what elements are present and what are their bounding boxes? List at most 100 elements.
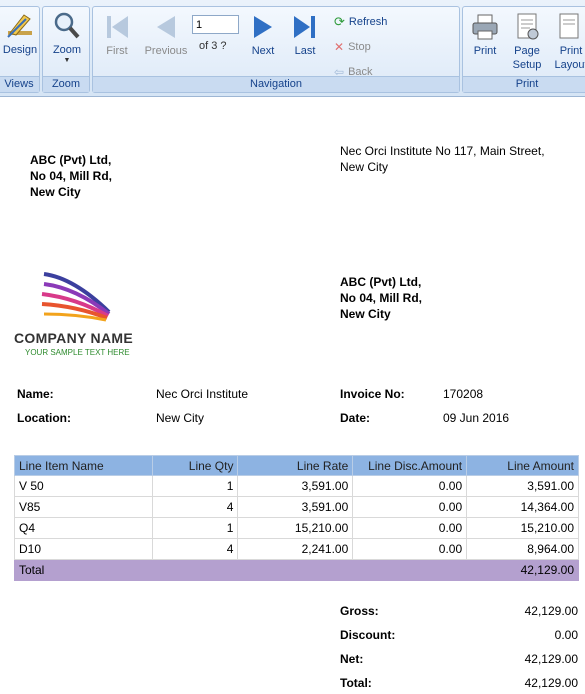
line-items-table: Line Item Name Line Qty Line Rate Line D… [13, 455, 579, 581]
table-total-row: Total 42,129.00 [13, 559, 579, 581]
last-label: Last [294, 45, 316, 57]
page-number-input[interactable] [192, 15, 239, 34]
printer-icon [472, 14, 498, 40]
cell-rate: 3,591.00 [237, 475, 354, 497]
zoom-label: Zoom [52, 44, 82, 56]
back-arrow-icon: ⇦ [334, 65, 345, 79]
discount-label: Discount: [340, 628, 396, 642]
logo-tagline: YOUR SAMPLE TEXT HERE [25, 348, 130, 357]
cell-disc: 0.00 [352, 538, 468, 560]
cell-qty: 4 [151, 538, 239, 560]
chevron-down-icon: ▼ [63, 57, 71, 64]
total-label: Total: [340, 676, 372, 690]
company-address: ABC (Pvt) Ltd, No 04, Mill Rd, New City [340, 274, 422, 322]
design-label: Design [2, 44, 38, 56]
previous-page-icon [157, 16, 175, 38]
company-line2: No 04, Mill Rd, [340, 291, 423, 305]
views-group-label: Views [0, 76, 39, 92]
cell-qty: 1 [151, 517, 239, 539]
print-label: Print [473, 45, 497, 57]
header-line-disc-amount: Line Disc.Amount [352, 455, 468, 476]
total-value: 42,129.00 [524, 676, 578, 690]
first-page-button[interactable]: First [100, 12, 134, 58]
cell-amount: 8,964.00 [466, 538, 579, 560]
zoom-group: Zoom ▼ Zoom [42, 6, 90, 93]
cell-amount: 15,210.00 [466, 517, 579, 539]
invoice-no-label: Invoice No: [340, 387, 405, 401]
next-label: Next [251, 45, 275, 57]
table-row: Q4 1 15,210.00 0.00 15,210.00 [14, 517, 579, 539]
next-page-icon [254, 16, 272, 38]
cell-qty: 1 [151, 475, 239, 497]
refresh-button[interactable]: ⟳ Refresh [334, 14, 387, 30]
sender-line1: ABC (Pvt) Ltd, [30, 153, 112, 167]
logo-company-name: COMPANY NAME [14, 330, 133, 346]
total-row-label: Total [13, 559, 468, 581]
recipient-header-address: Nec Orci Institute No 117, Main Street, … [340, 143, 545, 175]
first-page-icon [107, 16, 128, 38]
sender-line2: No 04, Mill Rd, [30, 169, 113, 183]
header-line-item-name: Line Item Name [14, 455, 153, 476]
date-value: 09 Jun 2016 [443, 411, 510, 425]
sender-line3: New City [30, 185, 81, 199]
cell-item-name: Q4 [14, 517, 153, 539]
zoom-group-label: Zoom [43, 76, 89, 92]
recipient-line2: New City [340, 160, 389, 174]
header-line-rate: Line Rate [237, 455, 354, 476]
table-header-row: Line Item Name Line Qty Line Rate Line D… [14, 455, 579, 476]
page-setup-icon [517, 13, 539, 40]
print-layout-icon [559, 13, 579, 39]
sender-address: ABC (Pvt) Ltd, No 04, Mill Rd, New City [30, 152, 112, 200]
table-row: D10 4 2,241.00 0.00 8,964.00 [14, 538, 579, 560]
net-value: 42,129.00 [524, 652, 578, 666]
date-label: Date: [340, 411, 371, 425]
print-layout-button[interactable]: Print Layout [551, 12, 585, 72]
stop-label: Stop [348, 41, 371, 53]
cell-rate: 3,591.00 [237, 496, 354, 518]
company-line3: New City [340, 307, 391, 321]
cell-rate: 2,241.00 [237, 538, 354, 560]
print-button[interactable]: Print [467, 12, 503, 58]
discount-value: 0.00 [554, 628, 578, 642]
table-row: V 50 1 3,591.00 0.00 3,591.00 [14, 475, 579, 497]
page-setup-button[interactable]: Page Setup [507, 12, 547, 72]
recipient-line1: Nec Orci Institute No 117, Main Street, [340, 144, 545, 158]
name-label: Name: [17, 387, 54, 401]
last-page-button[interactable]: Last [288, 12, 322, 58]
refresh-label: Refresh [348, 16, 388, 28]
zoom-button[interactable]: Zoom ▼ [43, 9, 91, 65]
name-value: Nec Orci Institute [156, 387, 249, 401]
design-button[interactable]: Design [0, 9, 41, 57]
cell-amount: 14,364.00 [466, 496, 579, 518]
ribbon-toolbar: Design Views Zoom ▼ Zoom Navigation Firs… [0, 0, 585, 97]
gross-label: Gross: [340, 604, 379, 618]
refresh-icon: ⟳ [334, 14, 345, 29]
cell-qty: 4 [151, 496, 239, 518]
cell-item-name: D10 [14, 538, 153, 560]
header-line-amount: Line Amount [466, 455, 579, 476]
company-line1: ABC (Pvt) Ltd, [340, 275, 422, 289]
page-count-text: of 3 ? [199, 40, 227, 52]
previous-page-button[interactable]: Previous [140, 12, 192, 58]
last-page-icon [294, 16, 315, 38]
cell-disc: 0.00 [352, 475, 468, 497]
previous-label: Previous [144, 45, 188, 57]
views-group: Design Views [0, 6, 40, 93]
design-icon [7, 14, 32, 38]
location-value: New City [156, 411, 205, 425]
company-logo: COMPANY NAME YOUR SAMPLE TEXT HERE [14, 268, 144, 360]
total-row-value: 42,129.00 [466, 559, 579, 581]
first-label: First [106, 45, 128, 57]
cell-amount: 3,591.00 [466, 475, 579, 497]
next-page-button[interactable]: Next [246, 12, 280, 58]
net-label: Net: [340, 652, 364, 666]
header-line-qty: Line Qty [151, 455, 239, 476]
logo-swoosh-icon [41, 272, 111, 322]
back-button[interactable]: ⇦ Back [334, 65, 373, 79]
cell-disc: 0.00 [352, 496, 468, 518]
cell-disc: 0.00 [352, 517, 468, 539]
gross-value: 42,129.00 [524, 604, 578, 618]
stop-button[interactable]: ✕ Stop [334, 40, 371, 54]
invoice-no-value: 170208 [443, 387, 484, 401]
magnifier-icon [54, 12, 80, 39]
